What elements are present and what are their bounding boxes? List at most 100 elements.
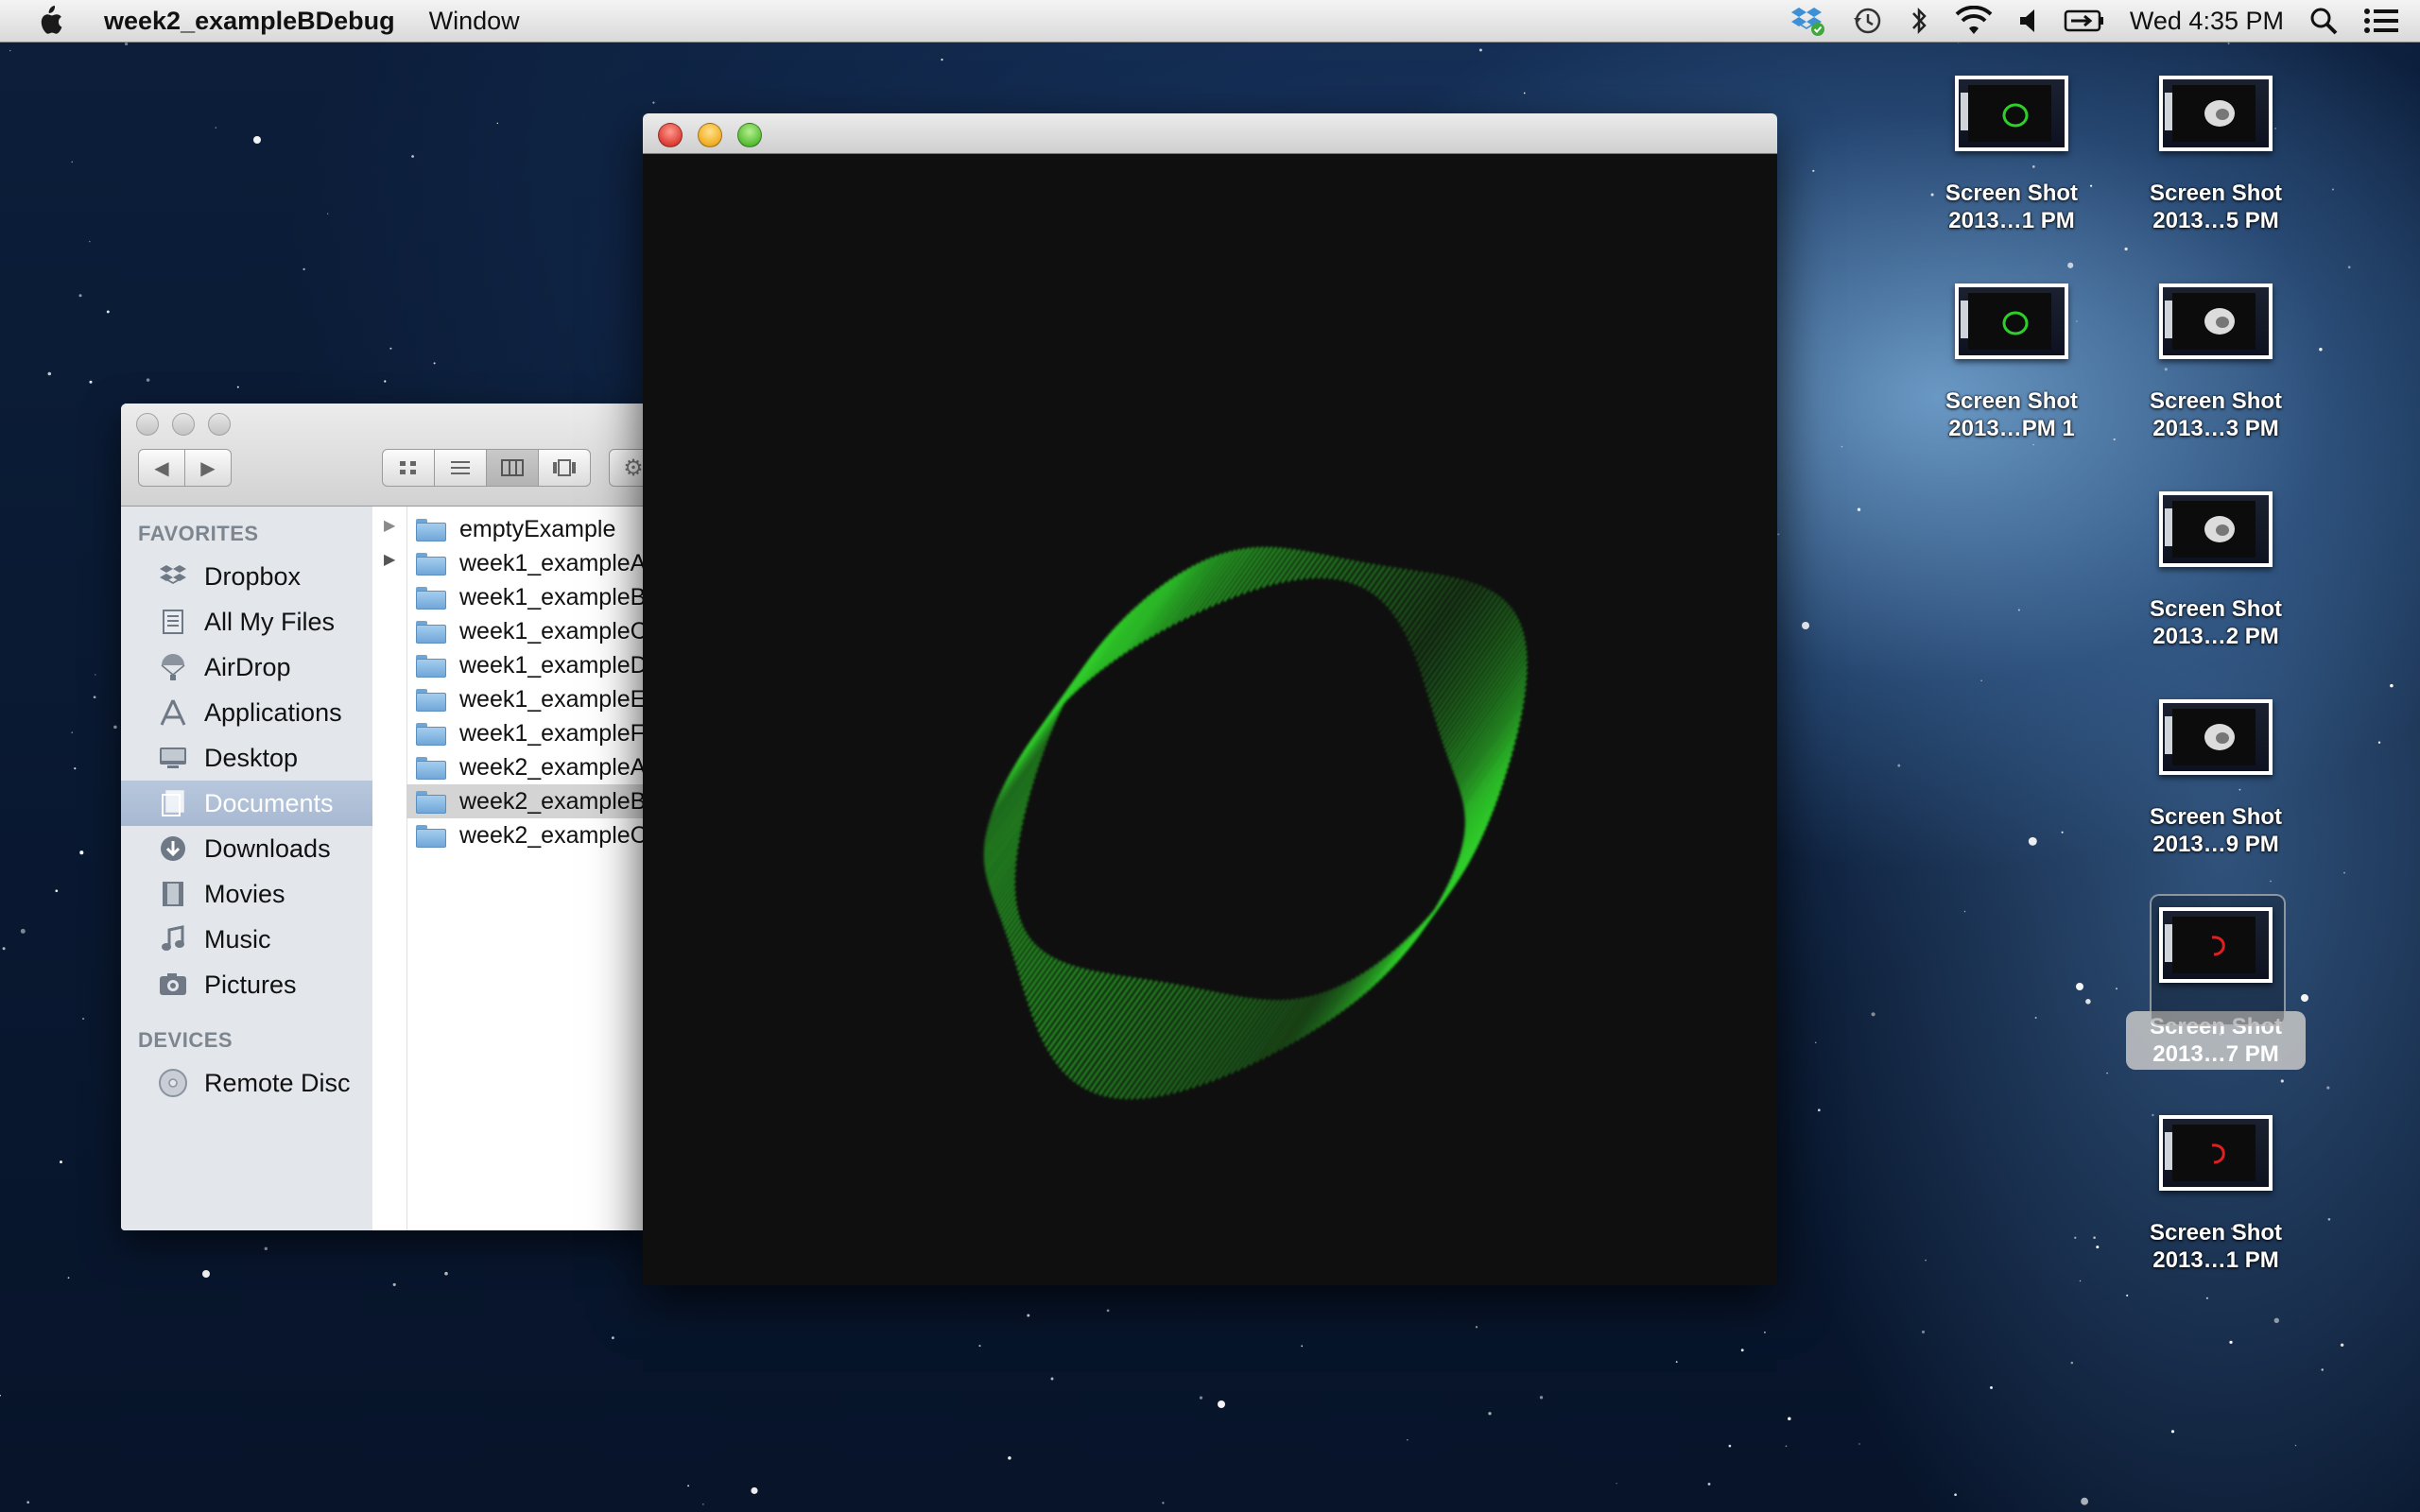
desktop-icon-screenshot[interactable]: Screen Shot 2013…1 PM <box>1917 76 2106 234</box>
sidebar-item-remote-disc[interactable]: Remote Disc <box>121 1060 372 1106</box>
app-close-button[interactable] <box>658 123 683 147</box>
music-icon <box>155 923 191 955</box>
sidebar-item-label: Dropbox <box>204 561 302 591</box>
apple-menu-icon[interactable] <box>34 4 72 38</box>
sidebar-item-label: AirDrop <box>204 652 291 681</box>
remote-disc-icon <box>155 1067 191 1099</box>
file-row[interactable]: week2_exampleA <box>406 750 650 784</box>
menu-bar: week2_exampleBDebug Window Wed 4:35 PM <box>0 0 2420 43</box>
volume-icon[interactable] <box>2018 0 2039 42</box>
sidebar-item-label: Applications <box>204 697 342 727</box>
app-minimize-button[interactable] <box>698 123 722 147</box>
screenshot-thumbnail-icon <box>1955 284 2068 359</box>
screenshot-thumbnail-icon <box>2159 699 2273 775</box>
folder-icon <box>416 519 446 541</box>
all-files-icon <box>155 606 191 638</box>
gear-icon: ⚙ <box>623 455 644 481</box>
finder-zoom-button[interactable] <box>208 413 231 436</box>
finder-sidebar: FAVORITES Dropbox All My Files AirDrop Appl… <box>121 507 373 1230</box>
finder-close-button[interactable] <box>136 413 159 436</box>
file-column: emptyExample week1_exampleA week1_exampleB… <box>406 507 650 1230</box>
disclosure-arrow-icon[interactable]: ▶ <box>384 516 395 535</box>
bluetooth-icon[interactable] <box>1909 0 1929 42</box>
sidebar-item-downloads[interactable]: Downloads <box>121 826 372 871</box>
forward-button[interactable]: ▶ <box>185 449 232 487</box>
sidebar-item-pictures[interactable]: Pictures <box>121 962 372 1007</box>
desktop-icon-screenshot[interactable]: Screen Shot 2013…1 PM <box>2121 1115 2310 1274</box>
column-view-icon <box>501 459 524 476</box>
sidebar-item-label: Remote Disc <box>204 1068 351 1097</box>
desktop-icon-screenshot[interactable]: Screen Shot 2013…PM 1 <box>1917 284 2106 442</box>
sidebar-item-dropbox[interactable]: Dropbox <box>121 554 372 599</box>
icon-view-button[interactable] <box>382 449 435 487</box>
screenshot-thumbnail-icon <box>2159 491 2273 567</box>
desktop-icon-label: Screen Shot 2013…1 PM <box>1945 180 2079 233</box>
sidebar-item-documents[interactable]: Documents <box>121 781 372 826</box>
sidebar-item-applications[interactable]: Applications <box>121 690 372 735</box>
file-name: week2_exampleB <box>459 787 647 815</box>
desktop-icon-label: Screen Shot 2013…3 PM <box>2149 388 2283 441</box>
sidebar-item-label: Documents <box>204 788 334 817</box>
applications-icon <box>155 696 191 729</box>
desktop-icon-screenshot[interactable]: Screen Shot 2013…3 PM <box>2121 284 2310 442</box>
back-button[interactable]: ◀ <box>138 449 185 487</box>
file-row[interactable]: week1_exampleC <box>406 614 650 648</box>
dropbox-status-icon[interactable] <box>1789 0 1827 42</box>
file-row[interactable]: week1_exampleD <box>406 648 650 682</box>
sidebar-item-label: All My Files <box>204 607 336 636</box>
file-row[interactable]: emptyExample <box>406 512 650 546</box>
devices-header: DEVICES <box>138 1028 233 1052</box>
movies-icon <box>155 878 191 910</box>
notification-center-icon[interactable] <box>2363 0 2399 42</box>
wifi-icon[interactable] <box>1954 0 1994 42</box>
app-window <box>643 113 1777 1285</box>
file-name: week1_exampleE <box>459 685 647 713</box>
menu-app-name[interactable]: week2_exampleBDebug <box>104 7 395 36</box>
disclosure-arrow-icon[interactable]: ▶ <box>384 550 395 569</box>
column-view-button[interactable] <box>487 449 539 487</box>
finder-toolbar: ◀ ▶ ⚙ <box>121 404 650 507</box>
list-view-icon <box>451 461 470 474</box>
sidebar-item-label: Music <box>204 924 271 954</box>
pictures-icon <box>155 969 191 1001</box>
time-machine-icon[interactable] <box>1852 0 1884 42</box>
desktop-icon-screenshot[interactable]: Screen Shot 2013…5 PM <box>2121 76 2310 234</box>
menu-window[interactable]: Window <box>429 7 520 36</box>
file-name: week2_exampleA <box>459 753 647 781</box>
battery-icon[interactable] <box>2064 0 2105 42</box>
dropbox-icon <box>155 560 191 593</box>
app-title-bar[interactable] <box>643 113 1777 154</box>
render-canvas[interactable] <box>643 154 1777 1285</box>
sidebar-item-airdrop[interactable]: AirDrop <box>121 644 372 690</box>
file-row[interactable]: week2_exampleC <box>406 818 650 852</box>
file-row[interactable]: week1_exampleE <box>406 682 650 716</box>
desktop-icon-screenshot[interactable]: Screen Shot 2013…7 PM <box>2121 894 2310 1070</box>
finder-window: ◀ ▶ ⚙ FAVORITES Dropbox All My Files Air… <box>121 404 650 1230</box>
app-zoom-button[interactable] <box>737 123 762 147</box>
sidebar-item-movies[interactable]: Movies <box>121 871 372 917</box>
screenshot-thumbnail-icon <box>1955 76 2068 151</box>
sidebar-item-music[interactable]: Music <box>121 917 372 962</box>
sidebar-item-all-my-files[interactable]: All My Files <box>121 599 372 644</box>
file-name: week1_exampleB <box>459 583 647 610</box>
file-row[interactable]: week2_exampleB <box>406 784 650 818</box>
desktop-icon-screenshot[interactable]: Screen Shot 2013…9 PM <box>2121 699 2310 858</box>
menu-clock[interactable]: Wed 4:35 PM <box>2130 7 2284 36</box>
coverflow-view-button[interactable] <box>539 449 591 487</box>
finder-minimize-button[interactable] <box>172 413 195 436</box>
sidebar-item-desktop[interactable]: Desktop <box>121 735 372 781</box>
sidebar-item-label: Desktop <box>204 743 299 772</box>
screenshot-thumbnail-icon <box>2159 1115 2273 1191</box>
file-row[interactable]: week1_exampleF <box>406 716 650 750</box>
file-row[interactable]: week1_exampleA <box>406 546 650 580</box>
file-name: week1_exampleF <box>459 719 645 747</box>
list-view-button[interactable] <box>435 449 487 487</box>
folder-icon <box>416 553 446 576</box>
desktop-icon-screenshot[interactable]: Screen Shot 2013…2 PM <box>2121 491 2310 650</box>
desktop-icon-label: Screen Shot 2013…PM 1 <box>1945 388 2079 441</box>
folder-icon <box>416 825 446 848</box>
file-row[interactable]: week1_exampleB <box>406 580 650 614</box>
spotlight-search-icon[interactable] <box>2308 0 2339 42</box>
desktop-icon <box>155 742 191 774</box>
folder-icon <box>416 757 446 780</box>
